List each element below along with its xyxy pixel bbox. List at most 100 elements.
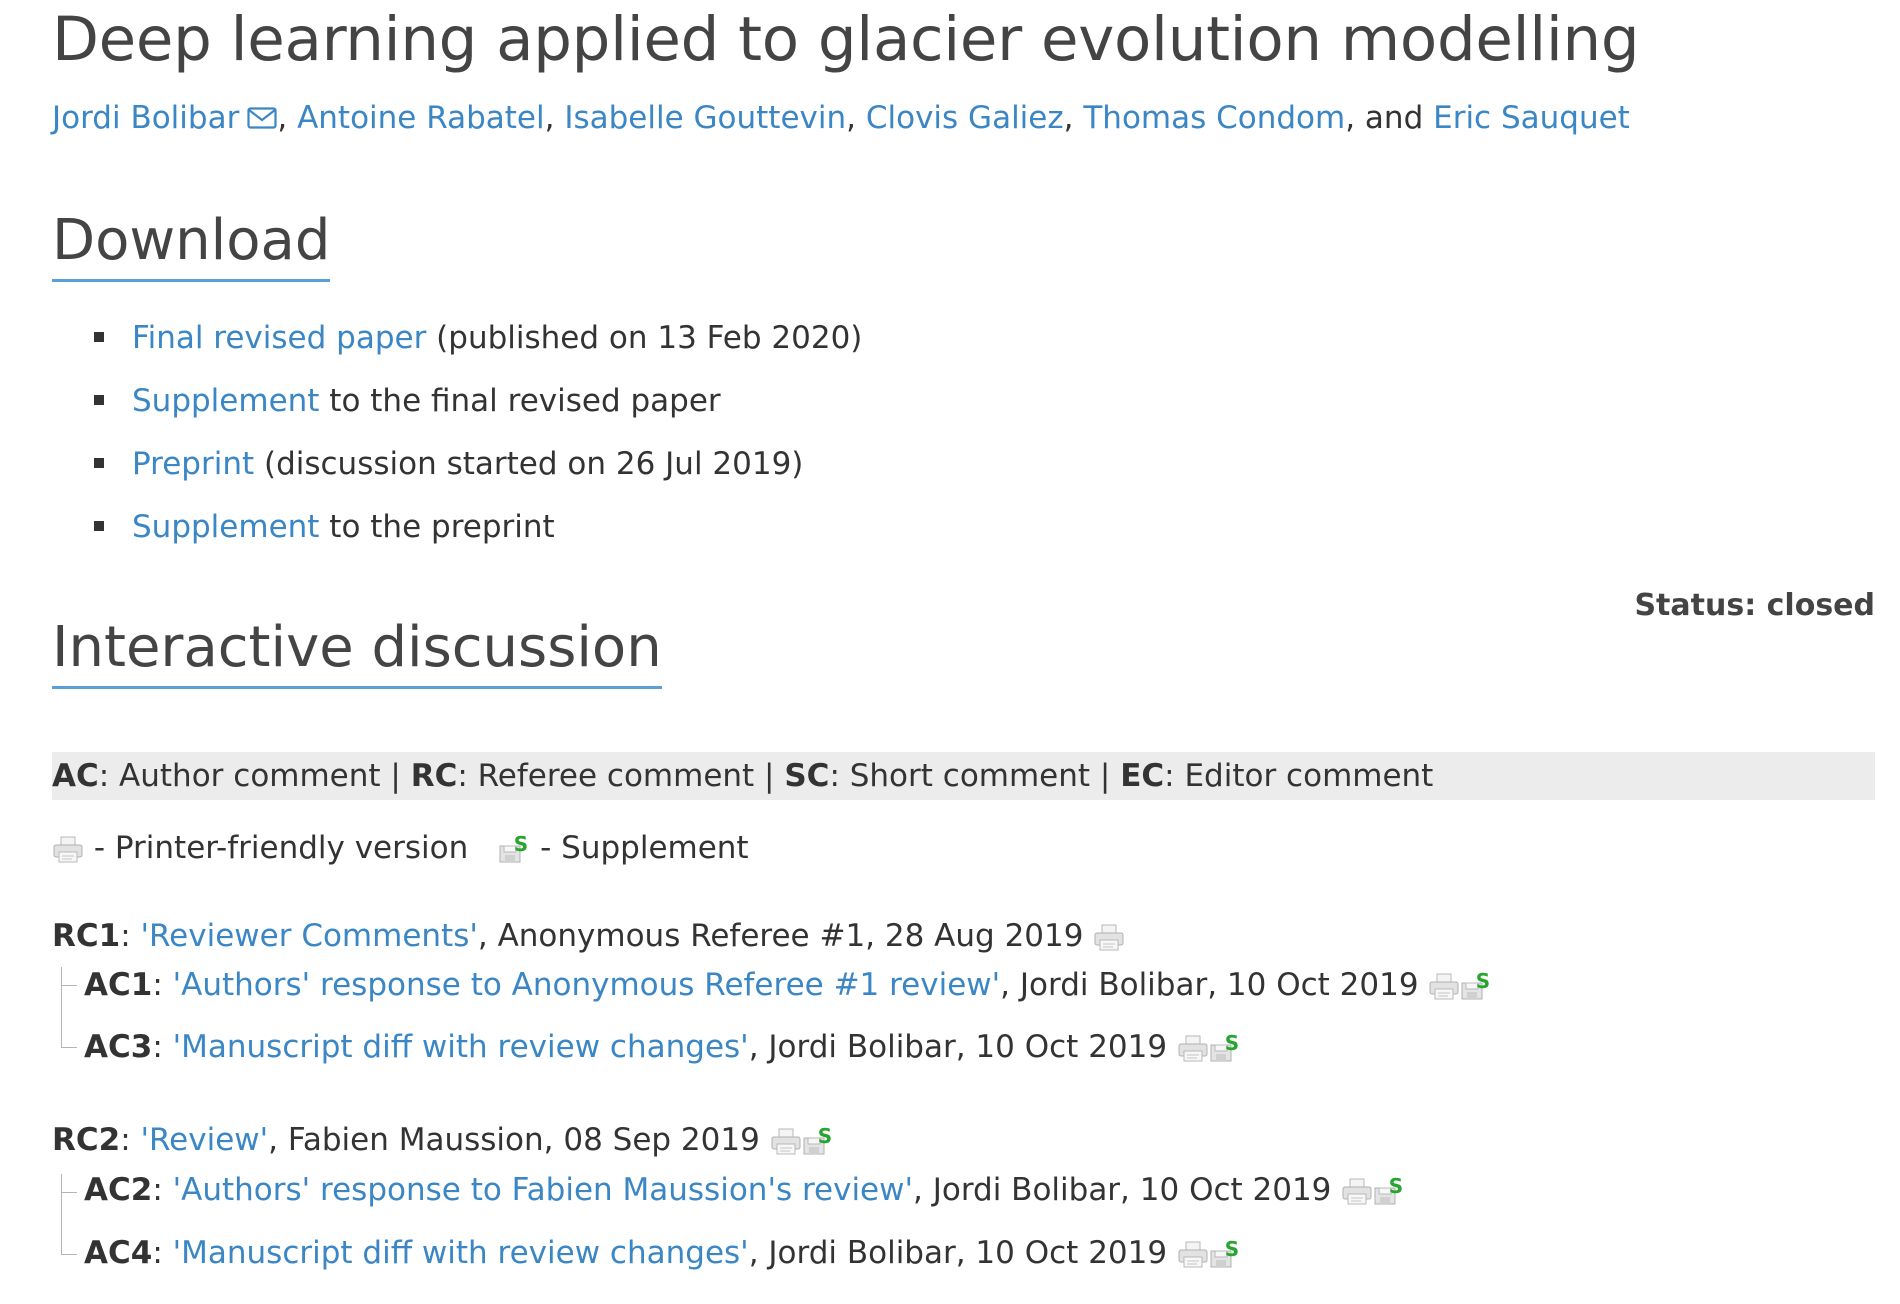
svg-text:S: S [514,834,528,856]
comment-title-link[interactable]: 'Authors' response to Anonymous Referee … [173,967,1001,1003]
printer-icon [52,834,84,864]
legend-separator: | [380,758,411,794]
comment-type-legend: AC: Author comment | RC: Referee comment… [52,752,1875,800]
status-label: Status: closed [1634,588,1875,623]
supplement-legend-label: - Supplement [530,830,749,866]
comment-title-link[interactable]: 'Manuscript diff with review changes' [173,1235,749,1271]
comment-rc1: RC1: 'Reviewer Comments', Anonymous Refe… [52,916,1125,956]
svg-text:S: S [1225,1033,1239,1055]
comment-meta: , Jordi Bolibar, 10 Oct 2019 [913,1172,1332,1208]
preprint-supplement-link[interactable]: Supplement [132,509,319,545]
supplement-icon[interactable]: S [802,1126,834,1156]
comment-ac1: AC1: 'Authors' response to Anonymous Ref… [84,965,1492,1005]
author-separator: , [846,100,866,136]
comment-meta: , Jordi Bolibar, 10 Oct 2019 [1000,967,1419,1003]
final-paper-link[interactable]: Final revised paper [132,320,426,356]
comment-code: AC2 [84,1172,153,1208]
svg-text:S: S [1389,1176,1403,1198]
legend-code: EC [1120,758,1165,794]
colon: : [152,1029,173,1065]
printer-icon[interactable] [1341,1176,1373,1206]
colon: : [152,1172,173,1208]
list-item: Final revised paper (published on 13 Feb… [52,318,862,381]
envelope-icon[interactable] [247,107,277,129]
legend-label: : Editor comment [1164,758,1434,794]
bullet-icon [94,395,104,405]
legend-label: : Author comment [98,758,381,794]
icon-legend: - Printer-friendly version S - Supplement [52,828,749,868]
legend-label: : Referee comment [457,758,755,794]
colon: : [120,1122,141,1158]
bullet-icon [94,458,104,468]
author-link[interactable]: Antoine Rabatel [297,100,545,136]
printer-icon[interactable] [1093,922,1125,952]
comment-title-link[interactable]: 'Reviewer Comments' [141,918,478,954]
discussion-heading: Interactive discussion [52,615,662,689]
item-text: (published on 13 Feb 2020) [426,320,863,356]
comment-code: RC2 [52,1122,121,1158]
legend-separator: | [754,758,785,794]
author-link[interactable]: Thomas Condom [1083,100,1345,136]
colon: : [152,967,173,1003]
printer-icon[interactable] [770,1126,802,1156]
final-supplement-link[interactable]: Supplement [132,383,319,419]
thread-connector [61,1174,62,1254]
printer-icon[interactable] [1428,971,1460,1001]
item-text: (discussion started on 26 Jul 2019) [254,446,804,482]
comment-code: RC1 [52,918,121,954]
legend-code: SC [784,758,830,794]
download-list: Final revised paper (published on 13 Feb… [52,318,862,570]
supplement-icon: S [498,834,530,864]
supplement-icon[interactable]: S [1209,1239,1241,1269]
supplement-icon[interactable]: S [1373,1176,1405,1206]
comment-title-link[interactable]: 'Authors' response to Fabien Maussion's … [173,1172,913,1208]
author-link[interactable]: Jordi Bolibar [52,100,239,136]
list-item: Supplement to the final revised paper [52,381,862,444]
author-separator: , [277,100,298,136]
printer-icon[interactable] [1177,1239,1209,1269]
comment-ac2: AC2: 'Authors' response to Fabien Maussi… [84,1170,1405,1210]
printer-icon[interactable] [1177,1033,1209,1063]
legend-code: RC [410,758,458,794]
list-item: Supplement to the preprint [52,507,862,570]
comment-title-link[interactable]: 'Manuscript diff with review changes' [173,1029,749,1065]
svg-text:S: S [1476,971,1490,993]
thread-connector [61,967,62,1047]
colon: : [152,1235,173,1271]
thread-connector [61,1047,77,1048]
author-separator: , and [1345,100,1434,136]
supplement-icon[interactable]: S [1209,1033,1241,1063]
bullet-icon [94,521,104,531]
author-link[interactable]: Eric Sauquet [1433,100,1630,136]
colon: : [120,918,141,954]
legend-label: : Short comment [829,758,1091,794]
item-text: to the final revised paper [319,383,721,419]
legend-separator: | [1090,758,1121,794]
comment-ac4: AC4: 'Manuscript diff with review change… [84,1233,1241,1273]
comment-meta: , Anonymous Referee #1, 28 Aug 2019 [477,918,1084,954]
supplement-icon[interactable]: S [1460,971,1492,1001]
bullet-icon [94,332,104,342]
list-item: Preprint (discussion started on 26 Jul 2… [52,444,862,507]
author-separator: , [544,100,565,136]
comment-rc2: RC2: 'Review', Fabien Maussion, 08 Sep 2… [52,1120,834,1160]
author-separator: , [1063,100,1084,136]
author-link[interactable]: Isabelle Gouttevin [564,100,846,136]
comment-code: AC1 [84,967,153,1003]
svg-text:S: S [817,1126,831,1148]
comment-meta: , Fabien Maussion, 08 Sep 2019 [268,1122,760,1158]
comment-meta: , Jordi Bolibar, 10 Oct 2019 [748,1235,1168,1271]
thread-connector [61,1254,77,1255]
comment-code: AC3 [84,1029,153,1065]
download-heading: Download [52,208,331,282]
author-link[interactable]: Clovis Galiez [866,100,1064,136]
legend-code: AC [52,758,99,794]
comment-ac3: AC3: 'Manuscript diff with review change… [84,1027,1241,1067]
page-title: Deep learning applied to glacier evoluti… [52,4,1640,75]
thread-connector [61,985,77,986]
printer-legend-label: - Printer-friendly version [84,830,469,866]
preprint-link[interactable]: Preprint [132,446,254,482]
author-list: Jordi Bolibar, Antoine Rabatel, Isabelle… [52,100,1630,136]
comment-code: AC4 [84,1235,153,1271]
comment-title-link[interactable]: 'Review' [141,1122,269,1158]
